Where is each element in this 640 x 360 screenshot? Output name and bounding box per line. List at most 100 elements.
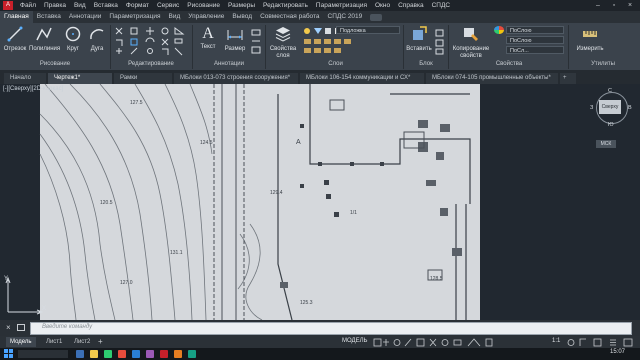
menu-help[interactable]: Справка bbox=[394, 2, 428, 9]
panel-layers-label[interactable]: Слои bbox=[268, 60, 403, 69]
taskbar-app-icon[interactable] bbox=[146, 350, 154, 358]
panel-block-label[interactable]: Блок bbox=[404, 60, 448, 69]
layer-dropdown[interactable]: Подложка bbox=[336, 26, 400, 34]
viewport-label[interactable]: [-][Сверху][2D-каркас] bbox=[3, 86, 63, 92]
lineweight-dropdown-value: ПоСл... bbox=[510, 48, 529, 54]
file-tab-drawing1[interactable]: Чертеж1* bbox=[48, 73, 112, 84]
taskbar-search-box[interactable] bbox=[18, 350, 68, 358]
new-tab-plus-icon[interactable]: + bbox=[560, 73, 576, 84]
measure-label: Измерить bbox=[576, 46, 604, 52]
menu-format[interactable]: Формат bbox=[122, 2, 153, 9]
windows-start-icon[interactable] bbox=[4, 349, 13, 358]
menu-edit[interactable]: Правка bbox=[40, 2, 70, 9]
tab-spds[interactable]: СПДС 2019 bbox=[324, 11, 367, 23]
measure-button[interactable]: Измерить bbox=[572, 25, 608, 52]
polyline-button[interactable]: Полилиния bbox=[29, 25, 61, 52]
annotation-small-icons[interactable] bbox=[250, 28, 262, 56]
layer-tool-icons[interactable] bbox=[302, 37, 402, 57]
panel-draw-label[interactable]: Рисование bbox=[0, 60, 110, 69]
color-dropdown[interactable]: ПоСлою bbox=[506, 26, 564, 34]
drawing-canvas[interactable]: 127.5 124.5 129.4 131.1 125.3 120.5 127.… bbox=[0, 84, 640, 320]
panel-annotation-label[interactable]: Аннотации bbox=[194, 60, 264, 69]
annotation-scale[interactable]: 1:1 bbox=[552, 338, 560, 344]
tab-parametric[interactable]: Параметризация bbox=[105, 11, 164, 23]
menu-window[interactable]: Окно bbox=[371, 2, 394, 9]
menu-draw[interactable]: Рисование bbox=[183, 2, 224, 9]
model-space-button[interactable]: МОДЕЛЬ bbox=[342, 338, 367, 344]
status-toggle-icons[interactable] bbox=[372, 338, 542, 347]
menu-spds[interactable]: СПДС bbox=[428, 2, 454, 9]
app-logo-icon[interactable]: A bbox=[3, 1, 13, 10]
close-command-icon[interactable]: × bbox=[6, 323, 11, 332]
layout-tab-sheet2[interactable]: Лист2 bbox=[70, 337, 94, 347]
block-small-icons[interactable] bbox=[434, 28, 446, 56]
text-button[interactable]: A Текст bbox=[196, 25, 220, 50]
line-button[interactable]: Отрезок bbox=[2, 25, 28, 52]
arc-button[interactable]: Дуга bbox=[86, 25, 108, 52]
map-label: 127.0 bbox=[120, 280, 133, 286]
tab-manage[interactable]: Управление bbox=[184, 11, 228, 23]
panel-separator bbox=[448, 25, 449, 69]
file-tab-blocks-106[interactable]: МБлоки 106-154 коммуникации и СХ* bbox=[300, 73, 424, 84]
menu-insert[interactable]: Вставка bbox=[90, 2, 122, 9]
linetype-dropdown[interactable]: ПоСлою bbox=[506, 36, 564, 44]
menu-tools[interactable]: Сервис bbox=[153, 2, 183, 9]
taskbar-app-icon[interactable] bbox=[118, 350, 126, 358]
wcs-menu[interactable]: МСК bbox=[596, 140, 616, 148]
lineweight-dropdown[interactable]: ПоСл... bbox=[506, 46, 564, 54]
layout-tab-model[interactable]: Модель bbox=[6, 337, 36, 347]
taskbar-explorer-icon[interactable] bbox=[90, 350, 98, 358]
modify-tools-icon-grid[interactable] bbox=[113, 26, 193, 58]
tab-collaborate[interactable]: Совместная работа bbox=[256, 11, 323, 23]
minimize-icon[interactable]: – bbox=[590, 0, 606, 11]
menu-view[interactable]: Вид bbox=[70, 2, 90, 9]
taskbar-app-icon[interactable] bbox=[188, 350, 196, 358]
tab-insert[interactable]: Вставка bbox=[33, 11, 65, 23]
file-tab-frames[interactable]: Рамки bbox=[114, 73, 172, 84]
viewcube-west[interactable]: З bbox=[590, 105, 593, 111]
polyline-label: Полилиния bbox=[29, 46, 61, 52]
map-label: 125.3 bbox=[300, 300, 313, 306]
taskbar-clock[interactable]: 15:07 bbox=[610, 349, 625, 355]
add-layout-plus-icon[interactable]: + bbox=[98, 337, 103, 346]
menu-dimension[interactable]: Размеры bbox=[224, 2, 259, 9]
command-input[interactable] bbox=[30, 322, 632, 335]
circle-button[interactable]: Круг bbox=[62, 25, 84, 52]
layer-properties-button[interactable]: Свойства слоя bbox=[268, 25, 298, 60]
command-settings-icon[interactable] bbox=[17, 324, 25, 331]
dimension-button[interactable]: Размер bbox=[222, 25, 248, 52]
menu-parametric[interactable]: Параметризация bbox=[312, 2, 371, 9]
viewcube-north[interactable]: С bbox=[608, 88, 612, 94]
taskbar-app-icon[interactable] bbox=[76, 350, 84, 358]
menu-modify[interactable]: Редактировать bbox=[259, 2, 312, 9]
menu-file[interactable]: Файл bbox=[16, 2, 40, 9]
viewcube-top-face[interactable]: Сверху bbox=[599, 100, 621, 114]
close-icon[interactable]: × bbox=[622, 0, 638, 11]
tab-view[interactable]: Вид bbox=[165, 11, 185, 23]
taskbar-autocad-icon[interactable] bbox=[160, 350, 168, 358]
status-right-icons[interactable] bbox=[566, 338, 636, 347]
panel-modify-label[interactable]: Редактирование bbox=[111, 60, 191, 69]
tab-annotate[interactable]: Аннотации bbox=[65, 11, 106, 23]
tab-output[interactable]: Вывод bbox=[228, 11, 256, 23]
taskbar-app-icon[interactable] bbox=[174, 350, 182, 358]
ribbon-toggle-icon[interactable] bbox=[370, 13, 383, 21]
taskbar-browser-icon[interactable] bbox=[132, 350, 140, 358]
file-tab-start[interactable]: Начало bbox=[4, 73, 46, 84]
layout-tab-sheet1[interactable]: Лист1 bbox=[42, 337, 66, 347]
insert-block-button[interactable]: Вставить bbox=[406, 25, 432, 52]
panel-utilities-label[interactable]: Утилиты bbox=[570, 60, 636, 69]
map-label: 128.5 bbox=[430, 276, 443, 282]
command-placeholder: Введите команду bbox=[42, 323, 93, 330]
panel-properties-label[interactable]: Свойства bbox=[450, 60, 568, 69]
tab-home[interactable]: Главная bbox=[0, 11, 33, 23]
color-wheel-icon[interactable] bbox=[494, 26, 504, 34]
file-tab-blocks-074[interactable]: МБлоки 074-105 промышленные объекты* bbox=[426, 73, 558, 84]
restore-icon[interactable]: ▫ bbox=[606, 0, 622, 11]
viewcube-east[interactable]: В bbox=[628, 105, 632, 111]
dimension-icon bbox=[227, 30, 243, 40]
file-tab-blocks-013[interactable]: МБлоки 013-073 строения сооружения* bbox=[174, 73, 298, 84]
viewcube-south[interactable]: Ю bbox=[608, 122, 614, 128]
taskbar-app-icon[interactable] bbox=[104, 350, 112, 358]
match-properties-button[interactable]: Копирование свойств bbox=[450, 25, 492, 60]
